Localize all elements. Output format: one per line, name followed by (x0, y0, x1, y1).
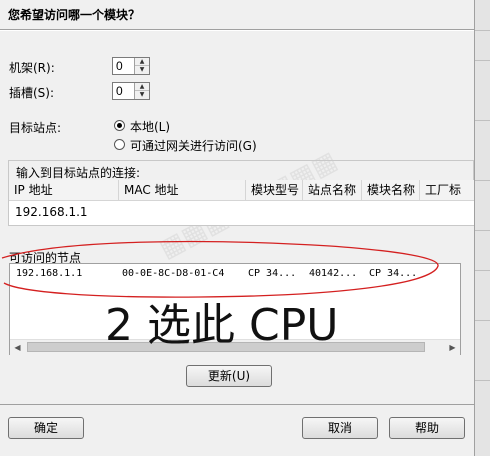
annotation-overlay: 2 选此 CPU (1, 240, 439, 351)
cancel-button[interactable]: 取消 (302, 417, 378, 439)
red-circle-annotation (1, 240, 439, 298)
handwritten-note: 2 选此 CPU (105, 300, 338, 351)
ok-button[interactable]: 确定 (8, 417, 84, 439)
footer-divider (0, 404, 474, 405)
help-button[interactable]: 帮助 (389, 417, 465, 439)
refresh-button[interactable]: 更新(U) (186, 365, 272, 387)
background-window-edge (474, 0, 490, 456)
